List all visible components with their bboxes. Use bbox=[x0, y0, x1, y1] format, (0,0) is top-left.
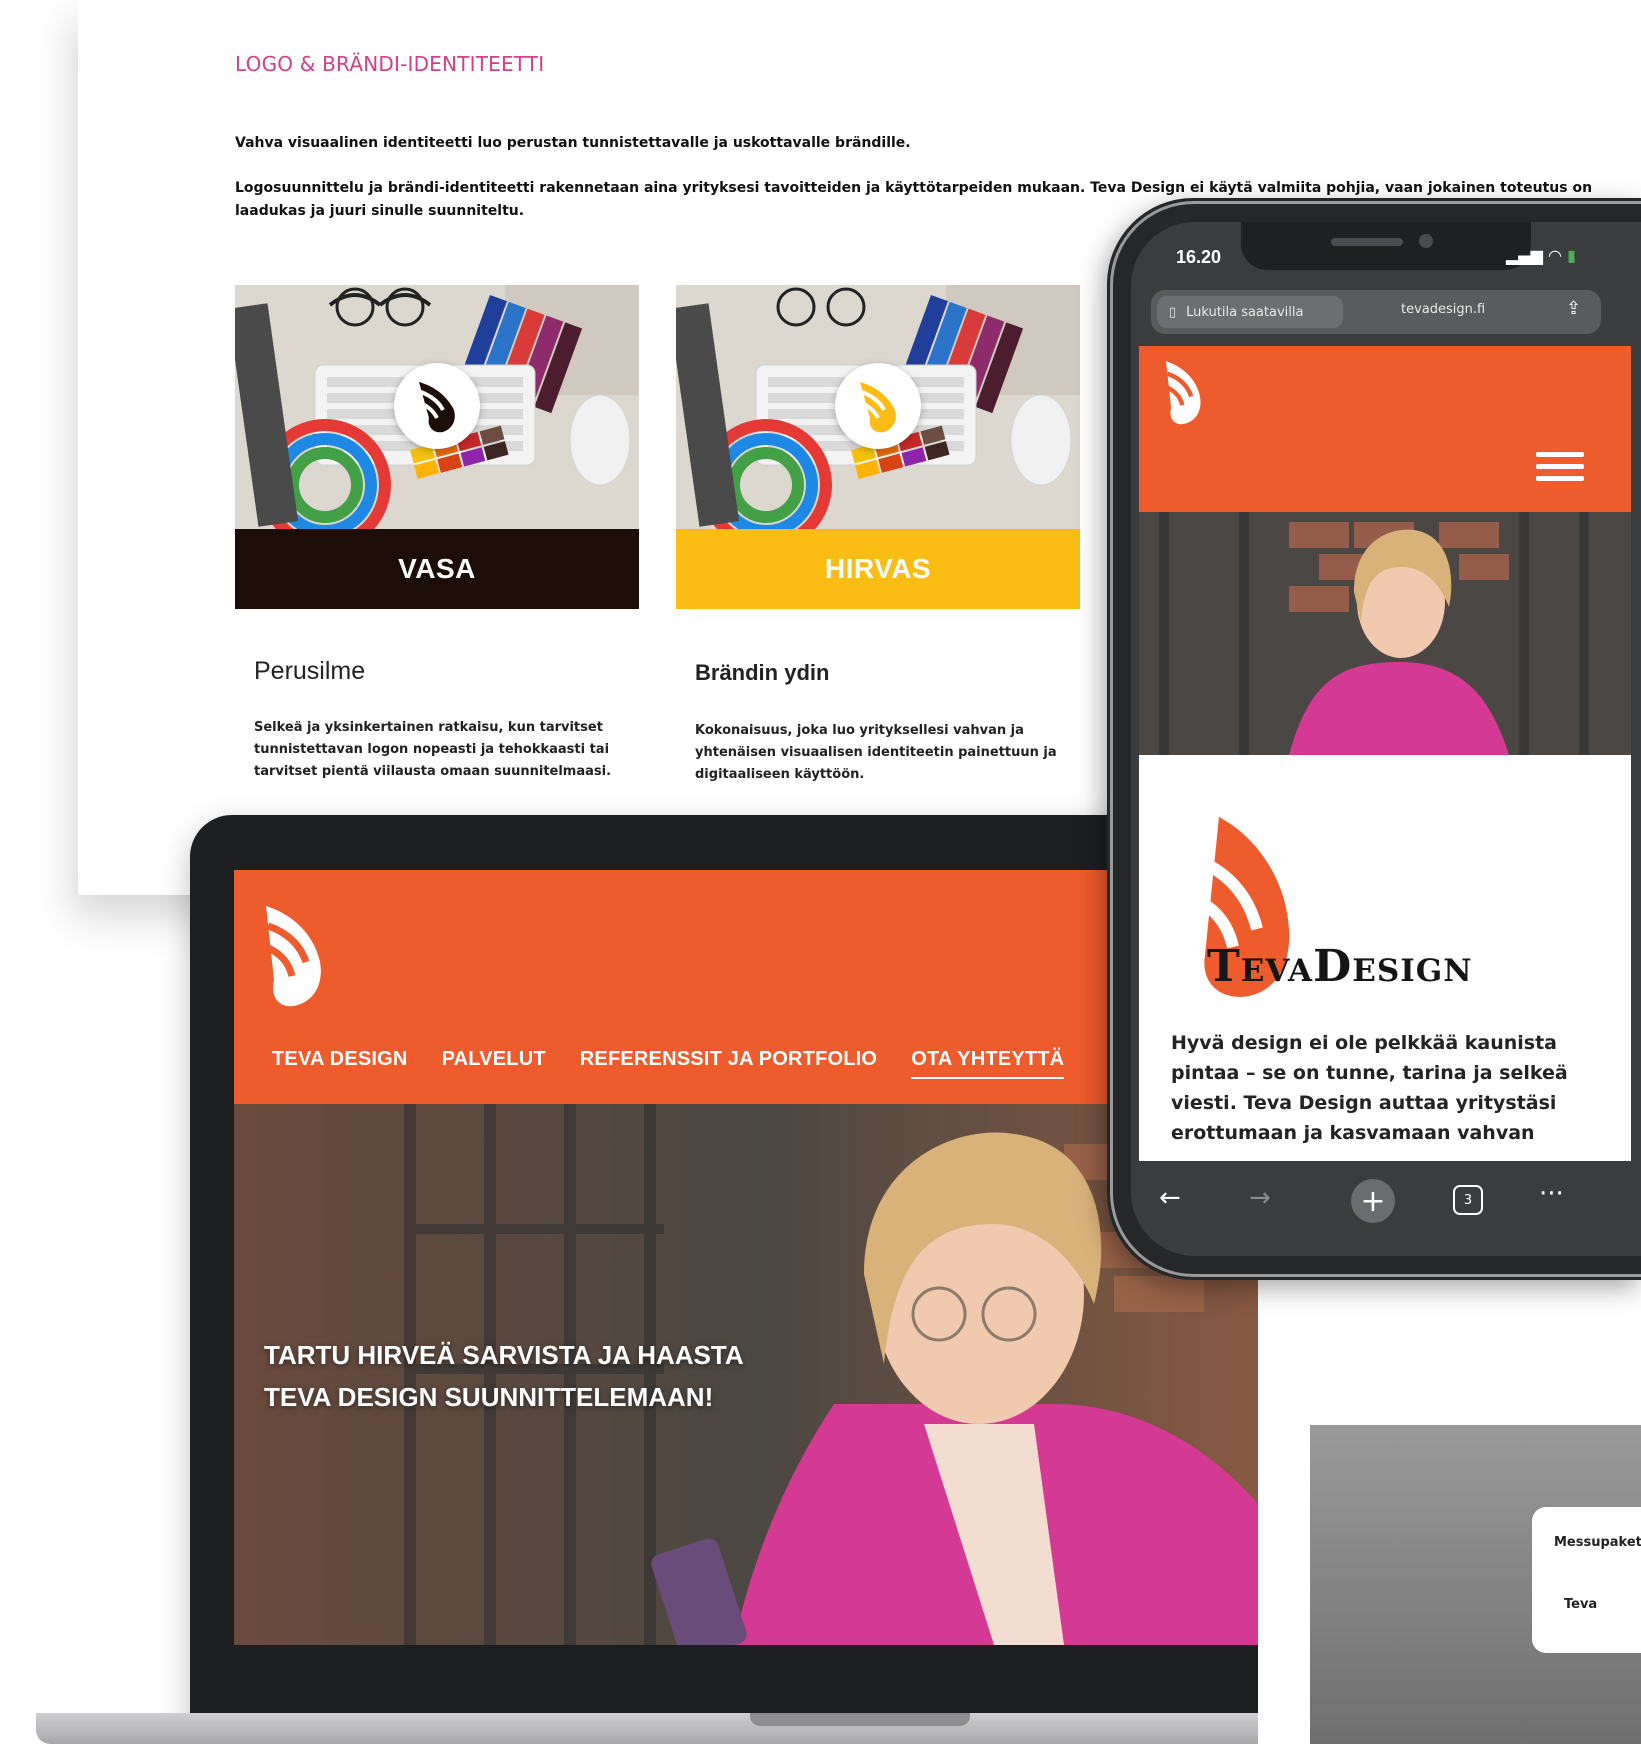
mobile-webpage: TevaDesign Hyvä design ei ole pelkkää ka… bbox=[1139, 346, 1631, 1161]
status-time: 16.20 bbox=[1176, 247, 1222, 267]
tab-count-button[interactable]: 3 bbox=[1453, 1185, 1483, 1215]
wifi-icon: ◠ bbox=[1548, 246, 1562, 265]
battery-icon: ▮ bbox=[1567, 246, 1576, 265]
main-nav: TEVA DESIGN PALVELUT REFERENSSIT JA PORT… bbox=[272, 1048, 1065, 1079]
reader-mode-pill[interactable]: ▯ Lukutila saatavilla bbox=[1157, 296, 1343, 328]
logo-disc bbox=[835, 363, 921, 449]
package-description-brandin-ydin: Kokonaisuus, joka luo yrityksellesi vahv… bbox=[695, 723, 1057, 782]
share-icon[interactable]: ⇪ bbox=[1566, 298, 1581, 319]
hero-line-2: TEVA DESIGN SUUNNITTELEMAAN! bbox=[264, 1382, 714, 1412]
browser-url-bar[interactable]: ▯ Lukutila saatavilla tevadesign.fi ⇪ bbox=[1151, 290, 1601, 334]
reader-icon: ▯ bbox=[1169, 304, 1177, 320]
hand-logo-icon bbox=[418, 382, 455, 433]
laptop-hinge bbox=[750, 1713, 970, 1726]
package-title-brandin-ydin: Brändin ydin bbox=[695, 660, 830, 685]
hand-logo-icon[interactable] bbox=[1161, 356, 1205, 428]
phone-notch bbox=[1241, 222, 1531, 270]
desk-photo bbox=[235, 285, 639, 529]
package-band: VASA bbox=[235, 529, 639, 609]
nav-referenssit[interactable]: REFERENSSIT JA PORTFOLIO bbox=[580, 1048, 877, 1079]
messupaketti-card[interactable]: Messupaket Teva bbox=[1532, 1507, 1641, 1653]
signal-icon: ▂▄▆ bbox=[1506, 246, 1543, 265]
hero-line-1: TARTU HIRVEÄ SARVISTA JA HAASTA bbox=[264, 1340, 744, 1370]
speaker-grille bbox=[1331, 238, 1403, 246]
package-card-vasa[interactable]: VASA bbox=[235, 285, 639, 609]
nav-teva-design[interactable]: TEVA DESIGN bbox=[272, 1048, 408, 1079]
section-kicker: LOGO & BRÄNDI-IDENTITEETTI bbox=[235, 52, 545, 76]
reader-label: Lukutila saatavilla bbox=[1186, 304, 1304, 320]
hand-logo-icon[interactable] bbox=[258, 900, 328, 1010]
popup-title: Messupaket bbox=[1554, 1535, 1641, 1550]
browser-toolbar: ← → + 3 ··· bbox=[1131, 1161, 1641, 1256]
mobile-header bbox=[1139, 346, 1631, 512]
tevadesign-wordmark: TevaDesign bbox=[1207, 941, 1473, 992]
popup-subtitle: Teva bbox=[1564, 1597, 1598, 1612]
url-domain: tevadesign.fi bbox=[1401, 302, 1486, 317]
phone-screen: 16.20 ▂▄▆ ◠ ▮ ▯ Lukutila saatavilla teva… bbox=[1131, 222, 1641, 1256]
mobile-hero-photo bbox=[1139, 512, 1631, 755]
more-options-icon[interactable]: ··· bbox=[1539, 1179, 1564, 1209]
laptop-base bbox=[36, 1713, 1336, 1744]
nav-ota-yhteytta[interactable]: OTA YHTEYTTÄ bbox=[911, 1048, 1065, 1079]
logo-disc bbox=[394, 363, 480, 449]
camera-dot bbox=[1419, 234, 1433, 248]
nav-palvelut[interactable]: PALVELUT bbox=[442, 1048, 546, 1079]
desk-photo bbox=[676, 285, 1080, 529]
package-description-perusilme: Selkeä ja yksinkertainen ratkaisu, kun t… bbox=[254, 720, 612, 779]
secondary-device-panel bbox=[1258, 1253, 1641, 1744]
hamburger-menu-icon[interactable] bbox=[1536, 452, 1584, 486]
forward-arrow-icon[interactable]: → bbox=[1249, 1183, 1271, 1213]
hand-logo-icon bbox=[859, 382, 896, 433]
lead-paragraph: Vahva visuaalinen identiteetti luo perus… bbox=[235, 135, 911, 151]
back-arrow-icon[interactable]: ← bbox=[1159, 1183, 1181, 1213]
new-tab-plus-icon[interactable]: + bbox=[1351, 1179, 1395, 1223]
status-icons: ▂▄▆ ◠ ▮ bbox=[1506, 246, 1576, 265]
package-title-perusilme: Perusilme bbox=[254, 657, 366, 685]
package-band: HIRVAS bbox=[676, 529, 1080, 609]
package-card-hirvas[interactable]: HIRVAS bbox=[676, 285, 1080, 609]
mobile-intro-text: Hyvä design ei ole pelkkää kaunista pint… bbox=[1171, 1032, 1568, 1144]
portrait-photo bbox=[1139, 512, 1631, 755]
hero-headline: TARTU HIRVEÄ SARVISTA JA HAASTA TEVA DES… bbox=[264, 1334, 744, 1418]
